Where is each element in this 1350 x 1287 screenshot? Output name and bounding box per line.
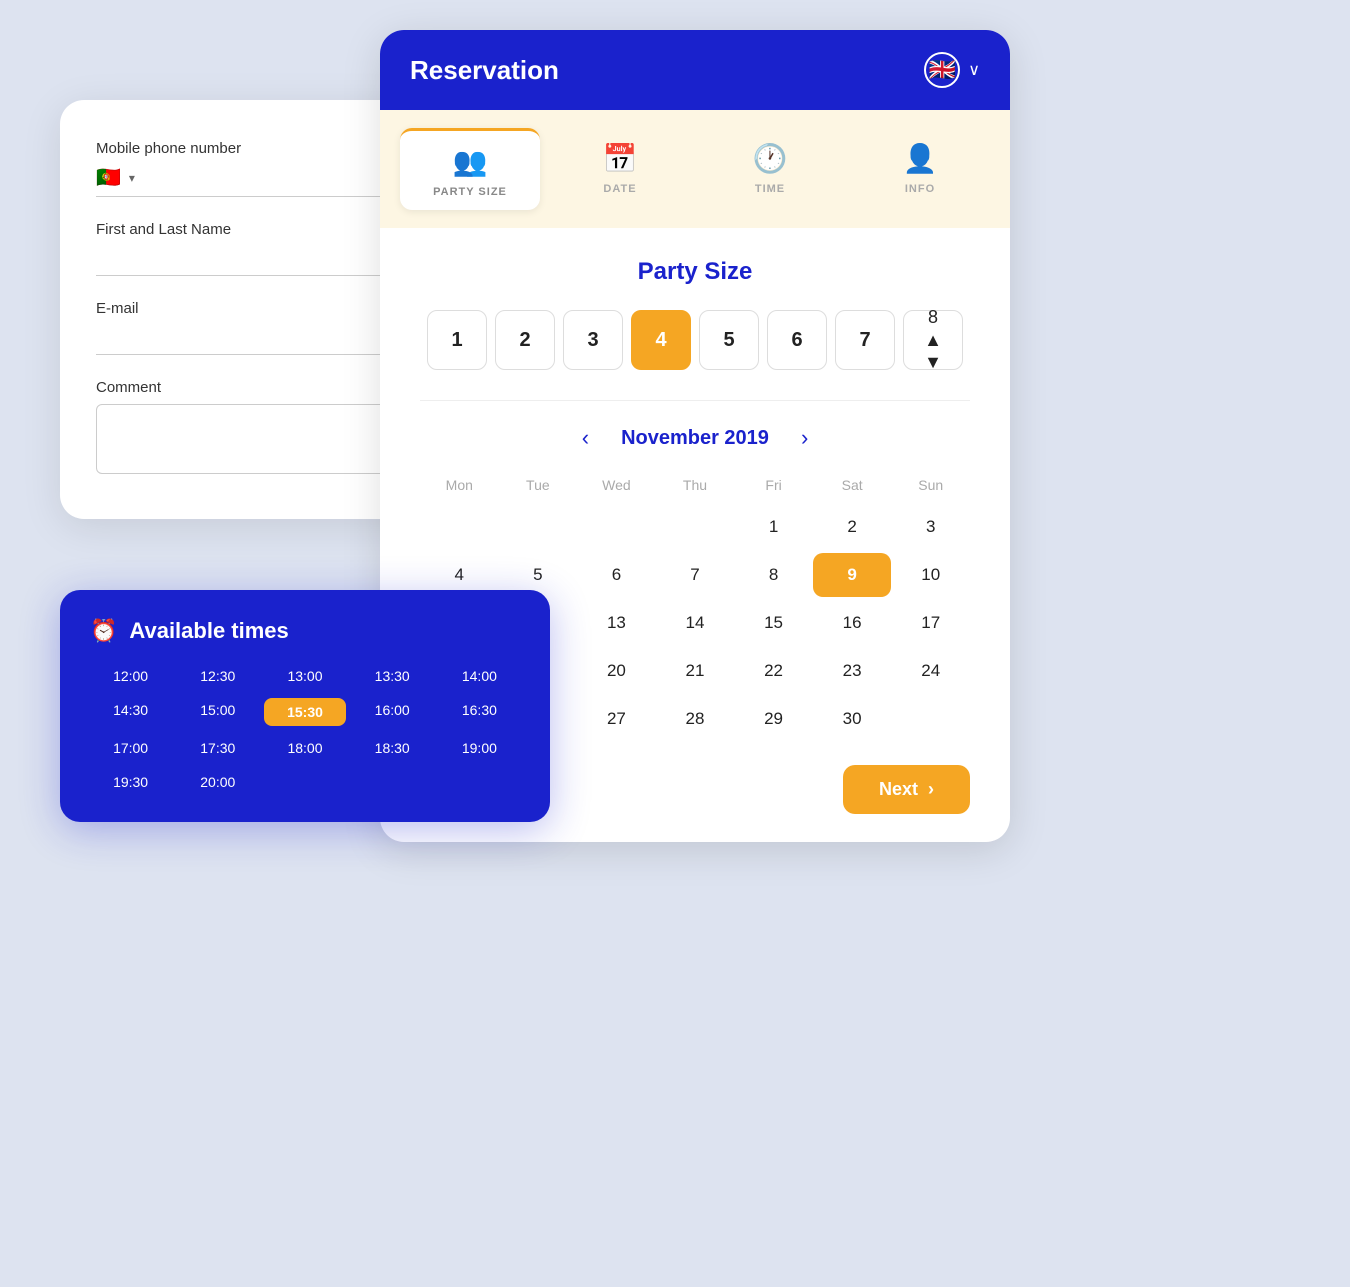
cal-day-21[interactable]: 21: [656, 649, 735, 693]
party-size-4-button[interactable]: 4: [631, 310, 691, 370]
cal-day-2[interactable]: 2: [813, 505, 892, 549]
clock-icon: ⏰: [90, 618, 117, 644]
time-slot-1400[interactable]: 14:00: [439, 664, 520, 688]
cal-day-9[interactable]: 9: [813, 553, 892, 597]
party-size-icon: 👥: [453, 145, 488, 178]
available-times-title: Available times: [129, 618, 288, 644]
available-times-header: ⏰ Available times: [90, 618, 520, 644]
step-party-size[interactable]: 👥 PARTY SIZE: [400, 128, 540, 210]
party-size-1-button[interactable]: 1: [427, 310, 487, 370]
time-slot-1200[interactable]: 12:00: [90, 664, 171, 688]
cal-header-sat: Sat: [813, 473, 892, 497]
cal-day-13[interactable]: 13: [577, 601, 656, 645]
step-info[interactable]: 👤 INFO: [850, 128, 990, 210]
cal-day-28[interactable]: 28: [656, 697, 735, 741]
time-slot-1700[interactable]: 17:00: [90, 736, 171, 760]
cal-header-fri: Fri: [734, 473, 813, 497]
time-slot-1630[interactable]: 16:30: [439, 698, 520, 726]
cal-day-29[interactable]: 29: [734, 697, 813, 741]
cal-day-24[interactable]: 24: [891, 649, 970, 693]
cal-day-10[interactable]: 10: [891, 553, 970, 597]
next-arrow-icon: ›: [928, 779, 934, 800]
step-date[interactable]: 📅 DATE: [550, 128, 690, 210]
cal-day-20[interactable]: 20: [577, 649, 656, 693]
calendar-header: ‹ November 2019 ›: [420, 421, 970, 455]
party-size-7-button[interactable]: 7: [835, 310, 895, 370]
date-label: DATE: [603, 183, 636, 195]
next-button-label: Next: [879, 779, 918, 800]
cal-day-17[interactable]: 17: [891, 601, 970, 645]
next-button[interactable]: Next ›: [843, 765, 970, 814]
cal-day-3[interactable]: 3: [891, 505, 970, 549]
steps-navigation: 👥 PARTY SIZE 📅 DATE 🕐 TIME 👤 INFO: [380, 110, 1010, 228]
cal-day-empty: [577, 505, 656, 549]
phone-chevron-icon: ▾: [129, 171, 135, 185]
party-size-6-button[interactable]: 6: [767, 310, 827, 370]
language-selector[interactable]: 🇬🇧 ∨: [924, 52, 980, 88]
party-size-8-label: 8: [928, 307, 938, 329]
cal-header-thu: Thu: [656, 473, 735, 497]
time-slot-1800[interactable]: 18:00: [264, 736, 345, 760]
party-size-title: Party Size: [420, 258, 970, 286]
time-label: TIME: [755, 183, 785, 195]
times-grid: 12:0012:3013:00 13:3014:00 14:3015:0015:30…: [90, 664, 520, 794]
time-slot-1500[interactable]: 15:00: [177, 698, 258, 726]
time-slot-1730[interactable]: 17:30: [177, 736, 258, 760]
available-times-card: ⏰ Available times 12:0012:3013:0013:3014…: [60, 590, 550, 822]
time-slot-1930[interactable]: 19:30: [90, 770, 171, 794]
cal-day-15[interactable]: 15: [734, 601, 813, 645]
date-icon: 📅: [603, 142, 638, 175]
time-slot-2000[interactable]: 20:00: [177, 770, 258, 794]
cal-header-tue: Tue: [499, 473, 578, 497]
cal-day-7[interactable]: 7: [656, 553, 735, 597]
info-label: INFO: [905, 183, 935, 195]
step-time[interactable]: 🕐 TIME: [700, 128, 840, 210]
time-slot-1830[interactable]: 18:30: [352, 736, 433, 760]
cal-day-30[interactable]: 30: [813, 697, 892, 741]
time-slot-1330[interactable]: 13:30: [352, 664, 433, 688]
time-slot-1900[interactable]: 19:00: [439, 736, 520, 760]
party-size-2-button[interactable]: 2: [495, 310, 555, 370]
cal-day-empty: [891, 697, 970, 741]
time-slot-1430[interactable]: 14:30: [90, 698, 171, 726]
uk-flag-icon: 🇬🇧: [924, 52, 960, 88]
calendar-day-headers: MonTueWedThuFriSatSun: [420, 473, 970, 497]
time-slot-1530[interactable]: 15:30: [264, 698, 345, 726]
cal-day-14[interactable]: 14: [656, 601, 735, 645]
party-size-arrows-icon: ▲▼: [924, 330, 942, 373]
time-slot-1230[interactable]: 12:30: [177, 664, 258, 688]
cal-day-empty: [656, 505, 735, 549]
reservation-header: Reservation 🇬🇧 ∨: [380, 30, 1010, 110]
cal-day-22[interactable]: 22: [734, 649, 813, 693]
cal-day-empty: [499, 505, 578, 549]
party-size-selector: 1234567 8 ▲▼: [420, 310, 970, 370]
reservation-title: Reservation: [410, 55, 559, 86]
party-size-more-button[interactable]: 8 ▲▼: [903, 310, 963, 370]
party-size-3-button[interactable]: 3: [563, 310, 623, 370]
time-icon: 🕐: [753, 142, 788, 175]
cal-day-16[interactable]: 16: [813, 601, 892, 645]
time-slot-1600[interactable]: 16:00: [352, 698, 433, 726]
party-size-label: PARTY SIZE: [433, 186, 507, 198]
section-divider: [420, 400, 970, 401]
cal-day-6[interactable]: 6: [577, 553, 656, 597]
time-slot-1300[interactable]: 13:00: [264, 664, 345, 688]
cal-day-1[interactable]: 1: [734, 505, 813, 549]
cal-header-mon: Mon: [420, 473, 499, 497]
lang-chevron-icon: ∨: [968, 60, 980, 80]
portugal-flag-icon: 🇵🇹: [96, 165, 121, 190]
party-size-5-button[interactable]: 5: [699, 310, 759, 370]
next-month-button[interactable]: ›: [793, 421, 816, 455]
cal-day-23[interactable]: 23: [813, 649, 892, 693]
cal-header-sun: Sun: [891, 473, 970, 497]
calendar-month-year: November 2019: [621, 427, 769, 450]
prev-month-button[interactable]: ‹: [574, 421, 597, 455]
cal-day-27[interactable]: 27: [577, 697, 656, 741]
cal-day-empty: [420, 505, 499, 549]
cal-day-8[interactable]: 8: [734, 553, 813, 597]
cal-header-wed: Wed: [577, 473, 656, 497]
info-icon: 👤: [903, 142, 938, 175]
